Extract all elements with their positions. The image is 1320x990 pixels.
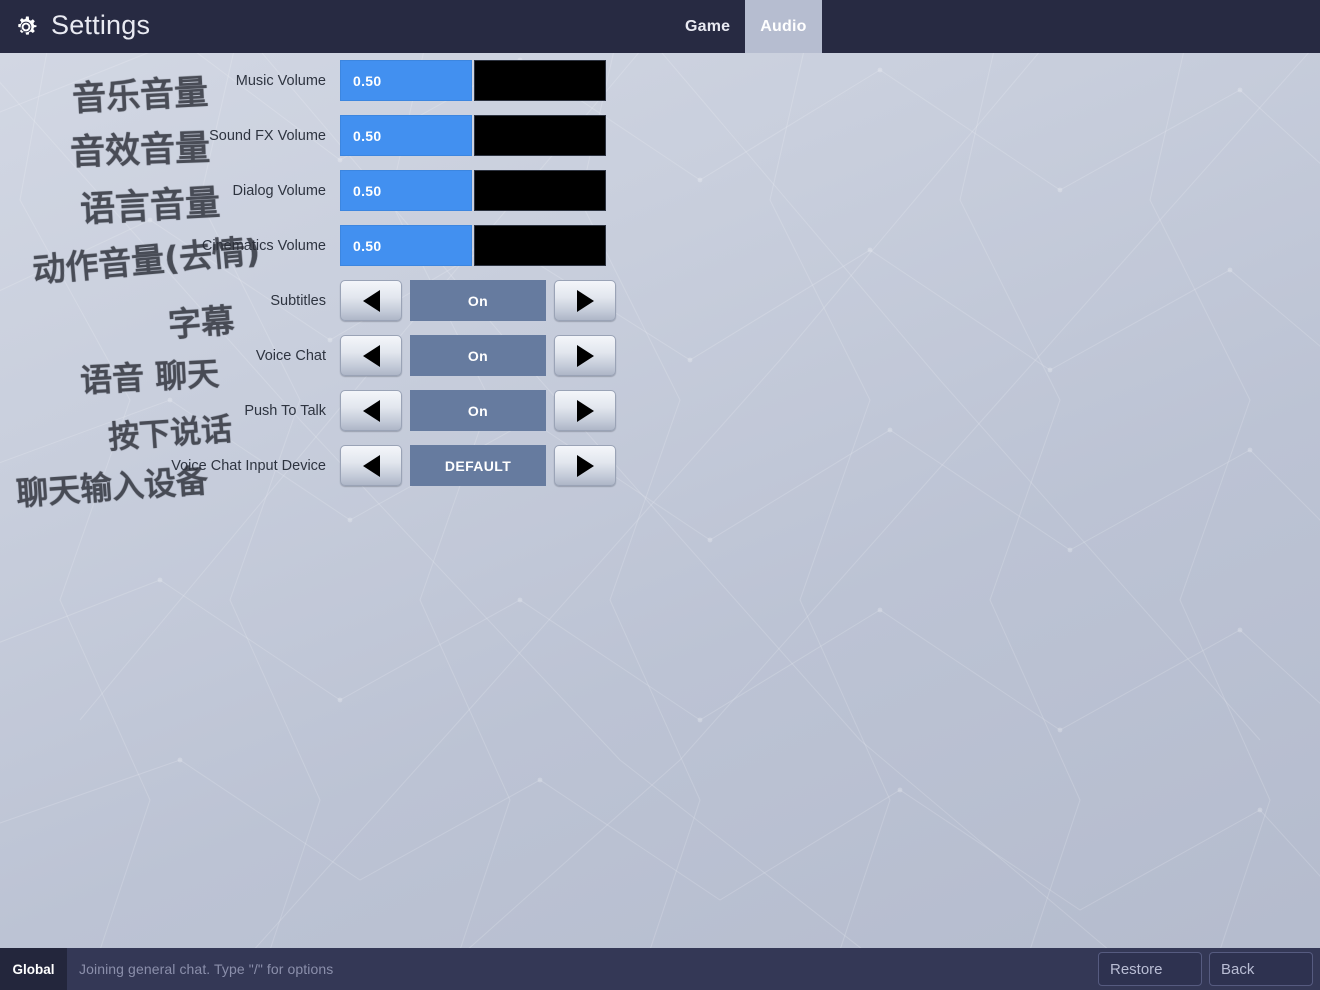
slider-music-volume[interactable]: 0.50 bbox=[340, 60, 606, 101]
next-arrow-button[interactable] bbox=[554, 390, 616, 431]
toggle-voice-chat-input-device: DEFAULT bbox=[340, 445, 616, 486]
prev-arrow-button[interactable] bbox=[340, 390, 402, 431]
setting-row-dialog-volume: Dialog Volume 0.50 bbox=[0, 163, 700, 218]
slider-fill: 0.50 bbox=[340, 60, 472, 101]
setting-label-sound-fx-volume: Sound FX Volume bbox=[209, 127, 326, 144]
prev-arrow-button[interactable] bbox=[340, 445, 402, 486]
gear-icon bbox=[18, 16, 37, 35]
slider-track bbox=[474, 225, 606, 266]
chat-bar-actions: Restore Back bbox=[1098, 948, 1320, 990]
chat-bar: Global Joining general chat. Type "/" fo… bbox=[0, 948, 1320, 990]
toggle-value-voice-chat[interactable]: On bbox=[410, 335, 546, 376]
setting-label-subtitles: Subtitles bbox=[270, 292, 326, 309]
slider-track bbox=[474, 170, 606, 211]
arrow-left-icon bbox=[362, 344, 380, 367]
arrow-right-icon bbox=[576, 399, 594, 422]
setting-row-music-volume: Music Volume 0.50 bbox=[0, 53, 700, 108]
setting-label-cinematics-volume: Cinematics Volume bbox=[201, 237, 326, 254]
arrow-right-icon bbox=[576, 454, 594, 477]
prev-arrow-button[interactable] bbox=[340, 335, 402, 376]
toggle-push-to-talk: On bbox=[340, 390, 616, 431]
arrow-left-icon bbox=[362, 454, 380, 477]
arrow-right-icon bbox=[576, 344, 594, 367]
slider-cinematics-volume[interactable]: 0.50 bbox=[340, 225, 606, 266]
prev-arrow-button[interactable] bbox=[340, 280, 402, 321]
tab-bar: Game Audio bbox=[670, 0, 822, 53]
next-arrow-button[interactable] bbox=[554, 280, 616, 321]
title-bar: Settings Game Audio bbox=[0, 0, 1320, 53]
setting-label-voice-chat-input-device: Voice Chat Input Device bbox=[171, 457, 326, 474]
slider-value-music-volume: 0.50 bbox=[353, 72, 382, 89]
slider-fill: 0.50 bbox=[340, 170, 472, 211]
setting-label-voice-chat: Voice Chat bbox=[255, 347, 326, 364]
chat-input-placeholder: Joining general chat. Type "/" for optio… bbox=[79, 961, 334, 977]
setting-label-music-volume: Music Volume bbox=[235, 72, 326, 89]
setting-row-subtitles: Subtitles On bbox=[0, 273, 700, 328]
slider-fill: 0.50 bbox=[340, 225, 472, 266]
slider-sound-fx-volume[interactable]: 0.50 bbox=[340, 115, 606, 156]
toggle-subtitles: On bbox=[340, 280, 616, 321]
slider-value-sound-fx-volume: 0.50 bbox=[353, 127, 382, 144]
next-arrow-button[interactable] bbox=[554, 335, 616, 376]
toggle-value-push-to-talk[interactable]: On bbox=[410, 390, 546, 431]
setting-label-dialog-volume: Dialog Volume bbox=[232, 182, 327, 199]
slider-value-cinematics-volume: 0.50 bbox=[353, 237, 382, 254]
settings-screen: Settings Game Audio 音乐音量 音效音量 语言音量 动作音量(… bbox=[0, 0, 1320, 990]
setting-label-push-to-talk: Push To Talk bbox=[244, 402, 326, 419]
arrow-left-icon bbox=[362, 399, 380, 422]
setting-row-voice-chat: Voice Chat On bbox=[0, 328, 700, 383]
slider-value-dialog-volume: 0.50 bbox=[353, 182, 382, 199]
setting-row-push-to-talk: Push To Talk On bbox=[0, 383, 700, 438]
slider-fill: 0.50 bbox=[340, 115, 472, 156]
toggle-value-voice-chat-input-device[interactable]: DEFAULT bbox=[410, 445, 546, 486]
arrow-left-icon bbox=[362, 289, 380, 312]
chat-scope-tab-global[interactable]: Global bbox=[0, 948, 67, 990]
setting-row-sound-fx-volume: Sound FX Volume 0.50 bbox=[0, 108, 700, 163]
slider-track bbox=[474, 115, 606, 156]
setting-row-voice-chat-input-device: Voice Chat Input Device DEFAULT bbox=[0, 438, 700, 493]
setting-row-cinematics-volume: Cinematics Volume 0.50 bbox=[0, 218, 700, 273]
toggle-value-subtitles[interactable]: On bbox=[410, 280, 546, 321]
slider-track bbox=[474, 60, 606, 101]
restore-button[interactable]: Restore bbox=[1098, 952, 1202, 986]
chat-input[interactable]: Joining general chat. Type "/" for optio… bbox=[67, 948, 1098, 990]
tab-audio[interactable]: Audio bbox=[745, 0, 822, 53]
arrow-right-icon bbox=[576, 289, 594, 312]
tab-game[interactable]: Game bbox=[670, 0, 745, 53]
next-arrow-button[interactable] bbox=[554, 445, 616, 486]
page-title: Settings bbox=[51, 10, 151, 40]
title-bar-left: Settings bbox=[12, 0, 150, 53]
back-button[interactable]: Back bbox=[1209, 952, 1313, 986]
toggle-voice-chat: On bbox=[340, 335, 616, 376]
slider-dialog-volume[interactable]: 0.50 bbox=[340, 170, 606, 211]
audio-settings-list: Music Volume 0.50 Sound FX Volume 0.50 D… bbox=[0, 53, 700, 493]
